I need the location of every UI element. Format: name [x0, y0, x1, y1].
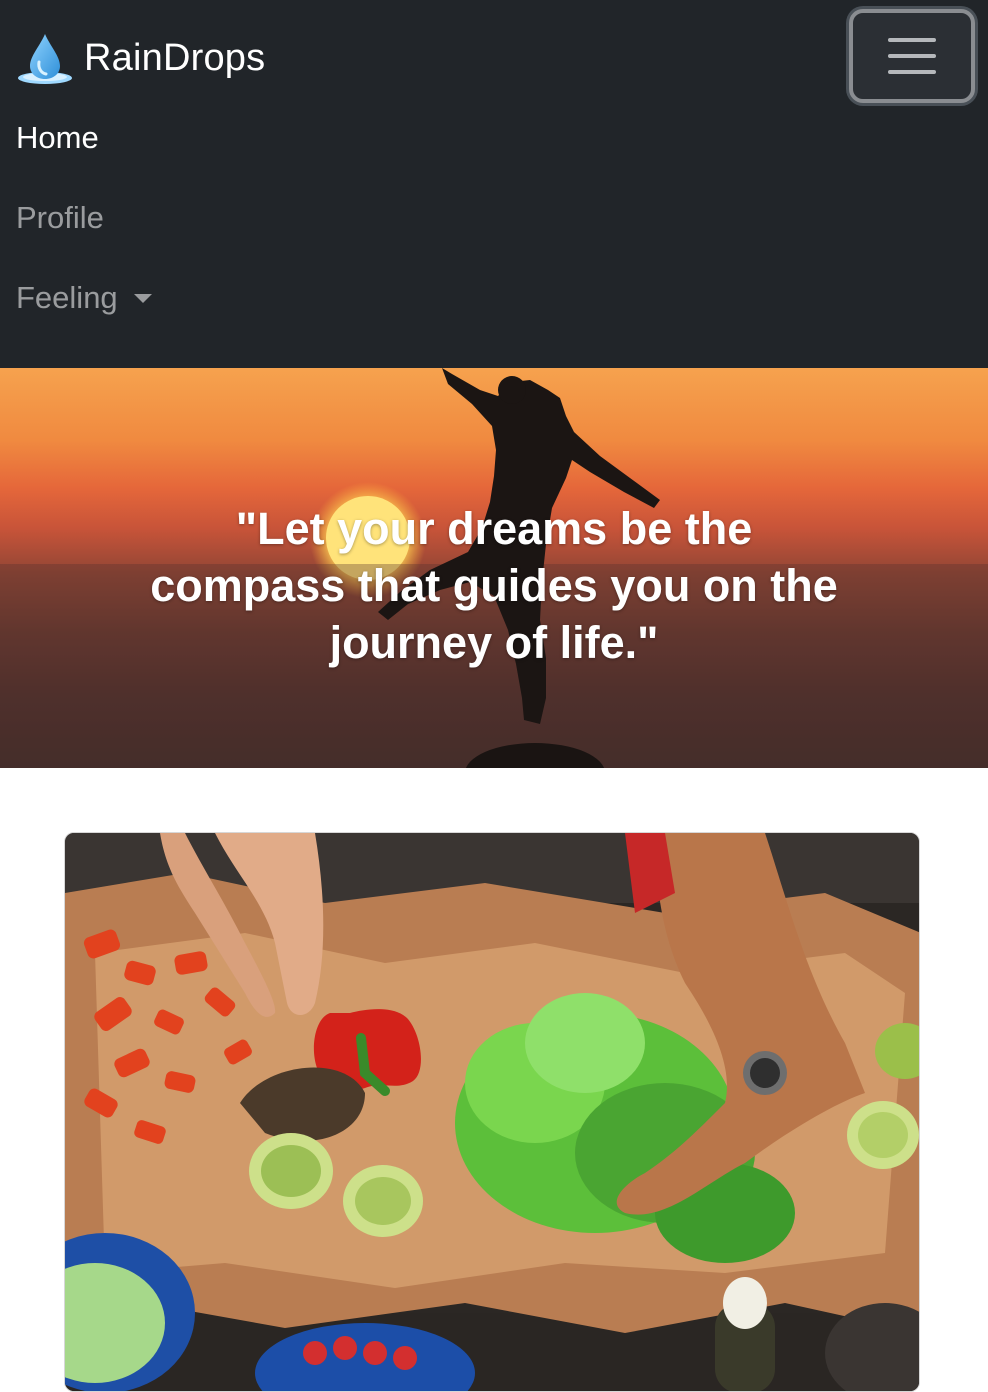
navbar: RainDrops Home Profile Feeling: [0, 0, 988, 368]
water-drop-icon: [18, 34, 72, 84]
hamburger-menu-icon: [888, 38, 936, 42]
nav-link-home[interactable]: Home: [16, 118, 99, 158]
caret-down-icon: [133, 293, 152, 303]
hero-banner: "Let your dreams be the compass that gui…: [0, 368, 988, 768]
nav-link-feeling-label: Feeling: [16, 280, 118, 315]
card-image: [65, 833, 919, 1391]
hamburger-menu-icon: [888, 54, 936, 58]
brand-name: RainDrops: [84, 36, 266, 79]
brand-link[interactable]: RainDrops: [16, 28, 265, 88]
hero-quote: "Let your dreams be the compass that gui…: [150, 503, 838, 668]
nav-link-profile[interactable]: Profile: [16, 198, 104, 238]
nav-dropdown-feeling[interactable]: Feeling: [16, 278, 152, 318]
content-card: [64, 832, 920, 1392]
navbar-toggler-button[interactable]: [849, 9, 975, 103]
hamburger-menu-icon: [888, 70, 936, 74]
